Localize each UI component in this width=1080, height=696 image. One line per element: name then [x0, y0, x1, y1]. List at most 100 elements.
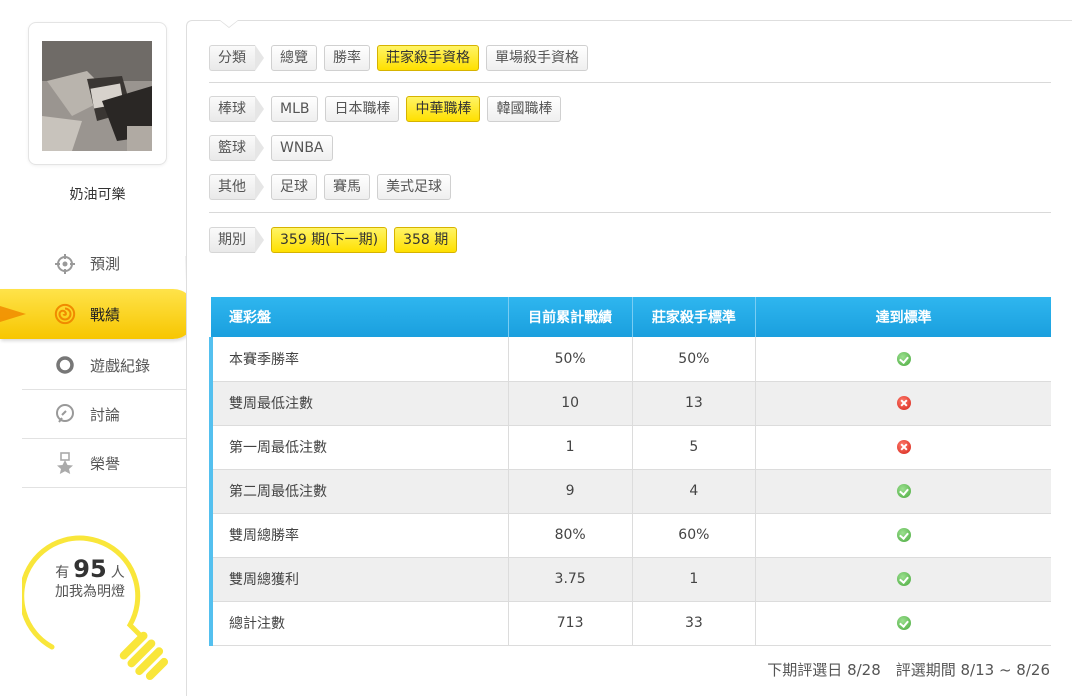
sidebar: 奶油可樂 預測 戰績 遊戲紀錄 討論 榮譽 有 95 人 加我為明燈 — [0, 0, 195, 696]
filter-label-other: 其他 — [209, 174, 264, 200]
chip-single-killer[interactable]: 單場殺手資格 — [486, 45, 588, 71]
qualification-table: 運彩盤 目前累計戰績 莊家殺手標準 達到標準 本賽季勝率 50% 50% 雙周最低注數… — [208, 297, 1051, 646]
cell-name: 第二周最低注數 — [208, 469, 509, 514]
chip-period-359[interactable]: 359 期(下一期) — [271, 227, 388, 253]
cell-current: 10 — [508, 381, 633, 426]
cell-current: 1 — [508, 425, 633, 470]
avatar[interactable] — [42, 41, 152, 151]
main-panel: 分類 總覽 勝率 莊家殺手資格 單場殺手資格 棒球 MLB 日本職棒 中華職棒 … — [186, 20, 1072, 696]
table-row: 本賽季勝率 50% 50% — [208, 337, 1051, 382]
target-icon — [54, 253, 76, 275]
menu-item-predict[interactable]: 預測 — [22, 240, 188, 287]
check-icon — [896, 351, 911, 366]
divider — [209, 82, 1051, 83]
menu-label-record: 戰績 — [90, 305, 121, 324]
table-row: 第二周最低注數 9 4 — [208, 469, 1051, 514]
cell-name: 雙周最低注數 — [208, 381, 509, 426]
medal-icon — [54, 452, 76, 474]
menu-item-honor[interactable]: 榮譽 — [22, 439, 186, 488]
cross-icon — [896, 440, 911, 454]
fans-bulb[interactable]: 有 95 人 加我為明燈 — [22, 517, 192, 696]
chip-kbo[interactable]: 韓國職棒 — [487, 96, 562, 122]
menu-label-predict: 預測 — [90, 255, 121, 273]
cell-current: 3.75 — [508, 557, 633, 602]
check-icon — [896, 616, 911, 630]
th-lottery-market: 運彩盤 — [211, 297, 509, 337]
menu-label-game-log: 遊戲紀錄 — [90, 356, 151, 375]
cell-standard: 60% — [632, 513, 757, 558]
fans-count: 有 95 人 — [22, 555, 158, 583]
table-header-row: 運彩盤 目前累計戰績 莊家殺手標準 達到標準 — [211, 297, 1051, 337]
menu-label-honor: 榮譽 — [90, 454, 121, 473]
fans-suffix: 人 — [110, 565, 125, 581]
cell-standard: 1 — [632, 557, 757, 602]
filter-other: 其他 足球 賽馬 美式足球 — [209, 174, 458, 200]
cell-name: 總計注數 — [208, 601, 509, 646]
th-standard: 莊家殺手標準 — [632, 297, 757, 337]
filter-label-category: 分類 — [209, 45, 264, 71]
check-icon — [896, 572, 911, 586]
check-icon — [896, 528, 911, 542]
record-spiral-icon — [54, 303, 76, 325]
table-body: 本賽季勝率 50% 50% 雙周最低注數 10 13 第一周最低注數 1 5 第二周最低注數 9 4 雙… — [208, 337, 1051, 646]
filter-baseball: 棒球 MLB 日本職棒 中華職棒 韓國職棒 — [209, 96, 568, 122]
menu-label-discuss: 討論 — [90, 405, 121, 424]
cell-name: 雙周總獲利 — [208, 557, 509, 602]
footer-note: 下期評選日 8/28 評選期間 8/13 ~ 8/26 — [767, 661, 1050, 679]
chip-overview[interactable]: 總覽 — [271, 45, 317, 71]
th-current-record: 目前累計戰績 — [508, 297, 633, 337]
cell-met — [755, 469, 1051, 514]
menu-item-discuss[interactable]: 討論 — [22, 390, 186, 439]
avatar-card[interactable] — [28, 22, 167, 165]
chip-period-358[interactable]: 358 期 — [394, 227, 458, 253]
cell-current: 9 — [508, 469, 633, 514]
cell-standard: 4 — [632, 469, 757, 514]
table-row: 雙周總獲利 3.75 1 — [208, 557, 1051, 602]
chip-american-football[interactable]: 美式足球 — [377, 174, 451, 200]
cell-standard: 50% — [632, 337, 757, 382]
chip-mlb[interactable]: MLB — [271, 96, 319, 122]
chip-cpbl[interactable]: 中華職棒 — [406, 96, 481, 122]
cell-name: 本賽季勝率 — [208, 337, 509, 382]
cell-met — [755, 557, 1051, 602]
filter-category: 分類 總覽 勝率 莊家殺手資格 單場殺手資格 — [209, 45, 595, 71]
th-met: 達到標準 — [755, 297, 1051, 337]
chat-icon — [54, 403, 76, 425]
filter-label-basketball: 籃球 — [209, 135, 264, 161]
chip-banker-killer[interactable]: 莊家殺手資格 — [377, 45, 479, 71]
cell-met — [755, 601, 1051, 646]
check-icon — [896, 484, 911, 498]
divider — [209, 212, 1051, 213]
filter-period: 期別 359 期(下一期) 358 期 — [209, 227, 464, 253]
fans-caption: 加我為明燈 — [55, 584, 125, 600]
cell-name: 第一周最低注數 — [208, 425, 509, 470]
chip-soccer[interactable]: 足球 — [271, 174, 317, 200]
side-menu: 預測 戰績 遊戲紀錄 討論 榮譽 — [0, 240, 195, 488]
cell-met — [755, 381, 1051, 426]
cell-standard: 13 — [632, 381, 757, 426]
cell-met — [755, 425, 1051, 470]
chip-wnba[interactable]: WNBA — [271, 135, 333, 161]
cell-current: 80% — [508, 513, 633, 558]
table-row: 雙周總勝率 80% 60% — [208, 513, 1051, 558]
fans-number: 95 — [73, 555, 107, 583]
menu-item-record[interactable]: 戰績 — [0, 289, 195, 339]
lightbulb-icon — [22, 535, 169, 681]
table-row: 第一周最低注數 1 5 — [208, 425, 1051, 470]
menu-item-game-log[interactable]: 遊戲紀錄 — [22, 341, 186, 390]
filter-label-period: 期別 — [209, 227, 264, 253]
cross-icon — [896, 396, 911, 410]
cell-current: 713 — [508, 601, 633, 646]
cell-met — [755, 337, 1051, 382]
username[interactable]: 奶油可樂 — [28, 184, 167, 204]
table-row: 總計注數 713 33 — [208, 601, 1051, 646]
filter-basketball: 籃球 WNBA — [209, 135, 340, 161]
chip-npb[interactable]: 日本職棒 — [325, 96, 400, 122]
chip-horse-racing[interactable]: 賽馬 — [324, 174, 370, 200]
cell-standard: 5 — [632, 425, 757, 470]
fans-prefix: 有 — [55, 565, 70, 581]
chip-win-rate[interactable]: 勝率 — [324, 45, 370, 71]
cell-met — [755, 513, 1051, 558]
cell-current: 50% — [508, 337, 633, 382]
table-row: 雙周最低注數 10 13 — [208, 381, 1051, 426]
